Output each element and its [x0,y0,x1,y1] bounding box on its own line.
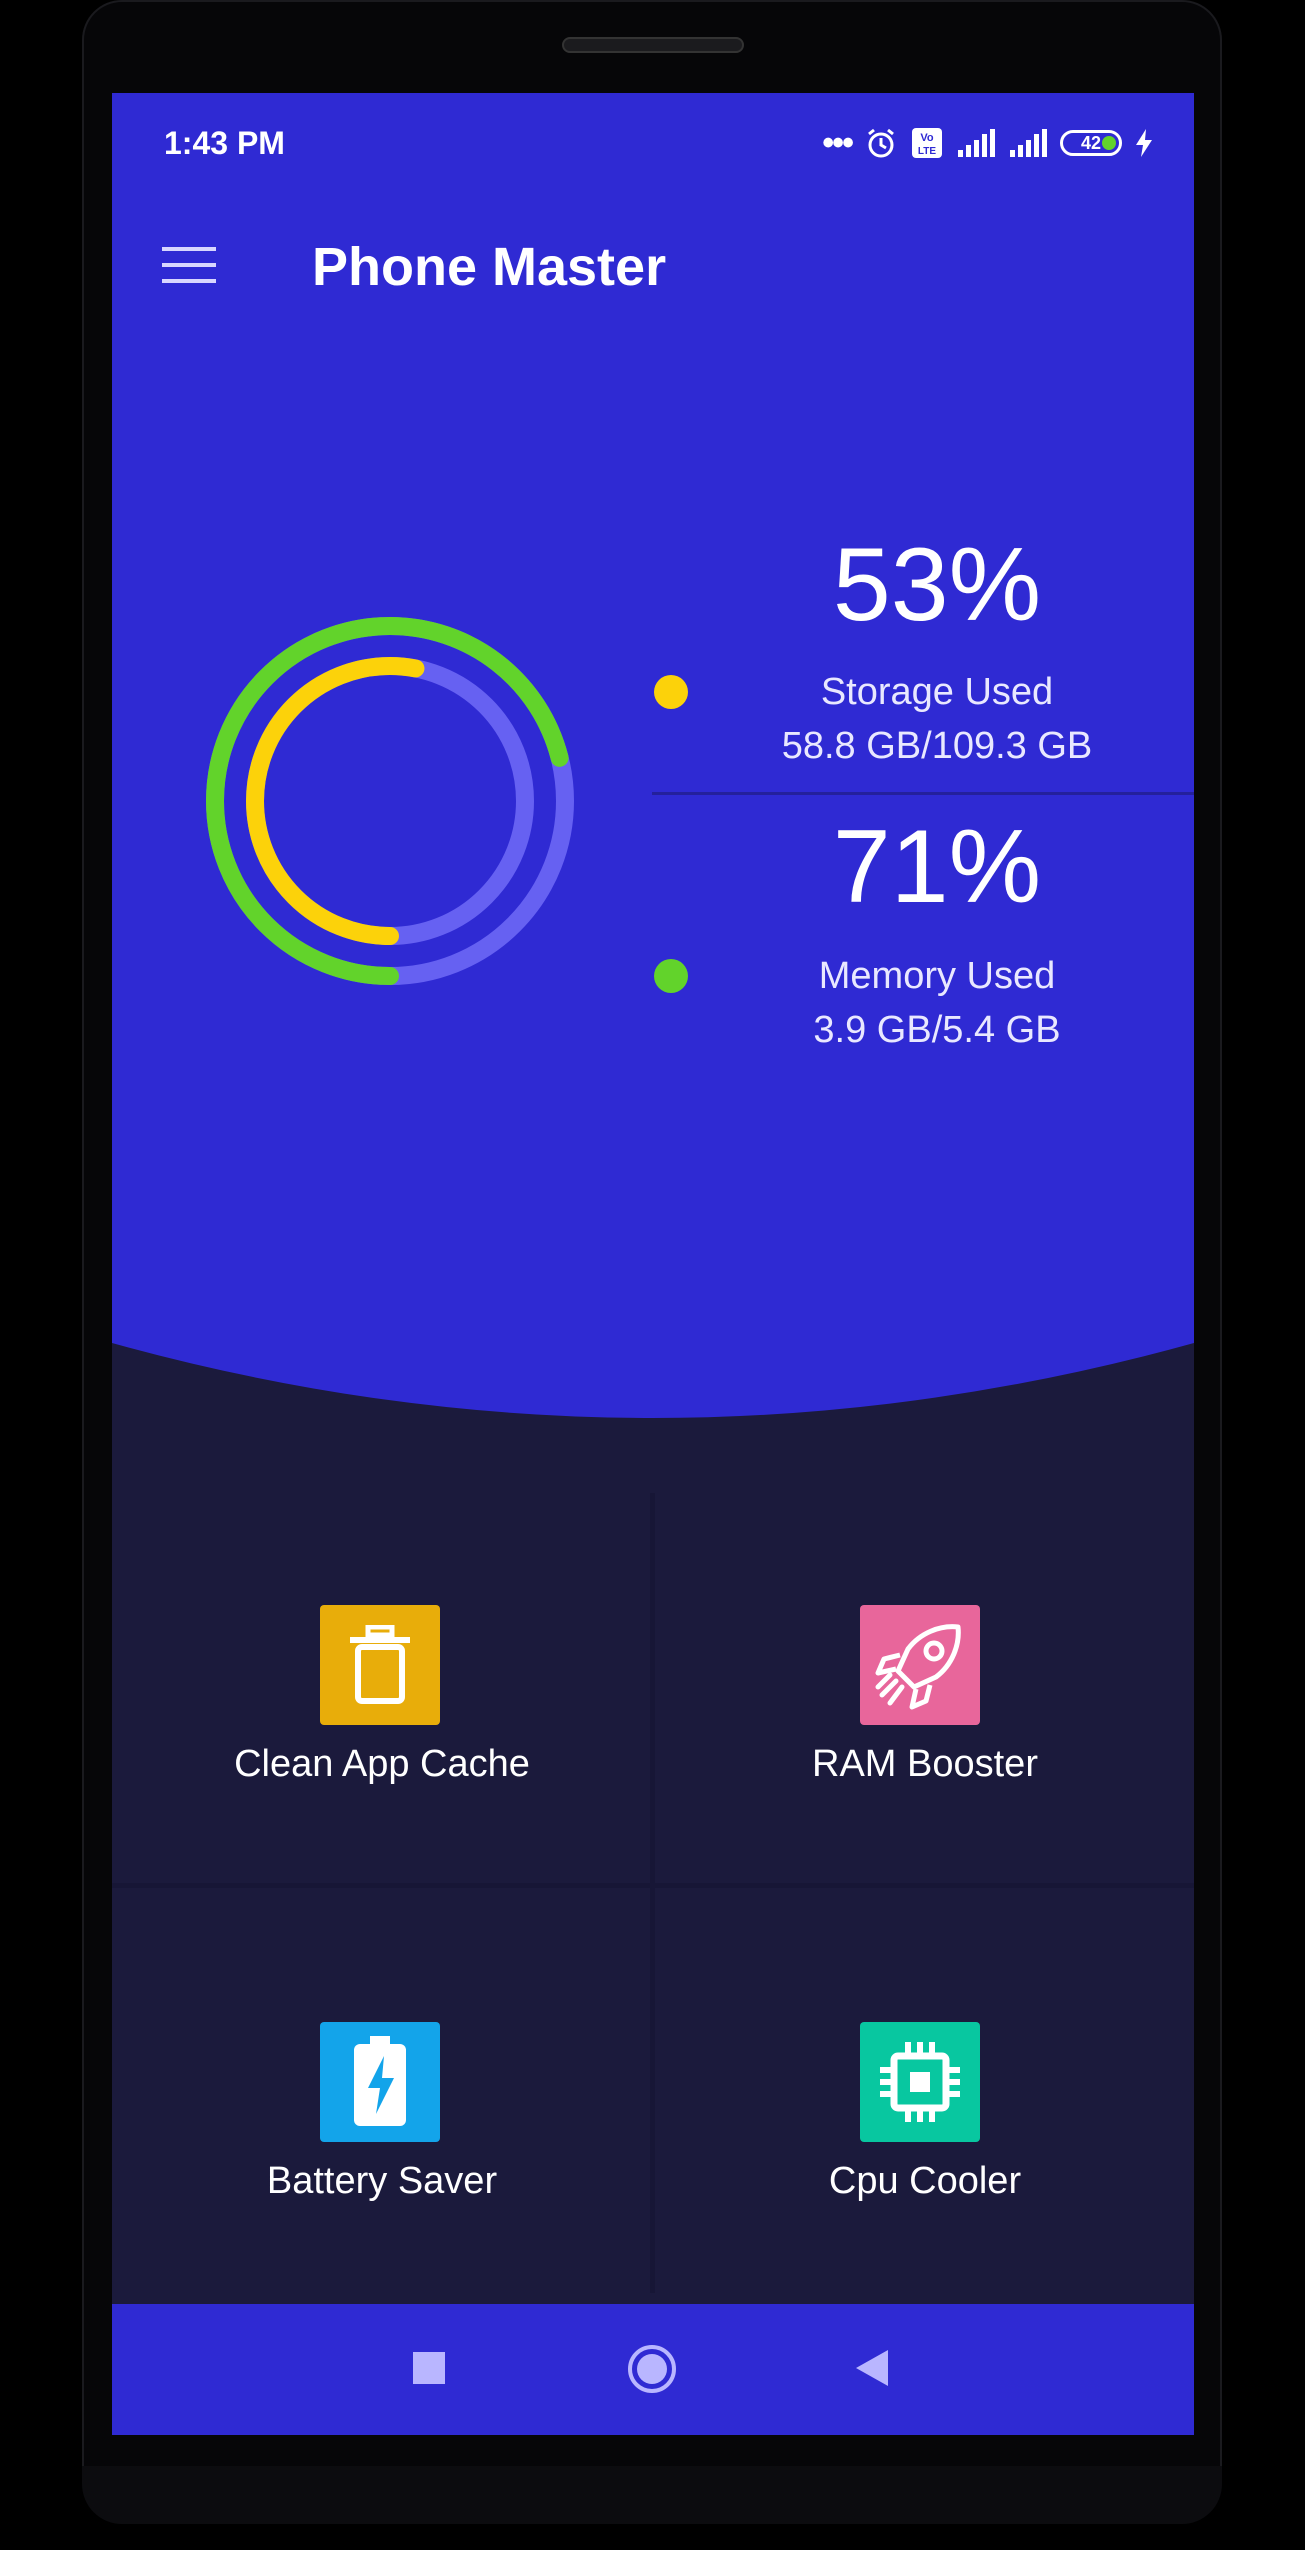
tool-ram-booster[interactable]: RAM Booster [655,1503,1194,1883]
battery-level: 42 [1080,132,1102,153]
hamburger-menu-icon[interactable] [162,245,216,285]
memory-legend-dot [654,959,688,993]
signal-icon [956,128,996,158]
trash-icon [320,1605,440,1725]
usage-ring-gauge [206,617,574,985]
tool-label: Cpu Cooler [828,2160,1022,2202]
cpu-chip-icon [860,2022,980,2142]
phone-frame-bottom [82,2466,1222,2524]
tool-label: Clean App Cache [234,1743,530,1785]
tool-label: RAM Booster [812,1743,1038,1785]
alarm-icon [864,126,898,160]
app-title: Phone Master [312,237,667,297]
charging-icon [1134,128,1154,158]
dashboard-header: 1:43 PM ••• Vo LTE 42 Phone Master 53% S… [112,93,1194,1493]
status-icons: ••• Vo LTE 42 [822,121,1154,165]
memory-label: Memory Used [818,955,1056,997]
storage-percent: 53% [832,527,1042,643]
system-navigation-bar [112,2304,1194,2435]
memory-value: 3.9 GB/5.4 GB [813,1009,1061,1051]
tool-label: Battery Saver [266,2160,498,2202]
header-curve [112,1343,1194,1503]
volte-icon: Vo LTE [910,126,944,160]
memory-percent: 71% [832,809,1042,925]
storage-label: Storage Used [820,671,1054,713]
svg-text:LTE: LTE [918,146,936,157]
tool-cpu-cooler[interactable]: Cpu Cooler [655,1888,1194,2293]
tool-clean-app-cache[interactable]: Clean App Cache [112,1503,650,1883]
battery-icon: 42 [1060,130,1122,156]
stats-divider [652,792,1194,795]
battery-bolt-icon [320,2022,440,2142]
storage-value: 58.8 GB/109.3 GB [781,725,1093,767]
back-triangle-icon[interactable] [854,2348,890,2388]
more-dots-icon: ••• [822,123,854,162]
phone-screen: 1:43 PM ••• Vo LTE 42 Phone Master 53% S… [112,93,1194,2435]
tool-battery-saver[interactable]: Battery Saver [112,1888,650,2293]
svg-text:Vo: Vo [920,132,934,144]
signal-icon [1008,128,1048,158]
recents-square-icon[interactable] [413,2352,445,2384]
storage-legend-dot [654,675,688,709]
home-circle-icon[interactable] [627,2344,677,2394]
rocket-icon [860,1605,980,1725]
speaker-grille [562,37,744,53]
status-time: 1:43 PM [164,125,285,161]
